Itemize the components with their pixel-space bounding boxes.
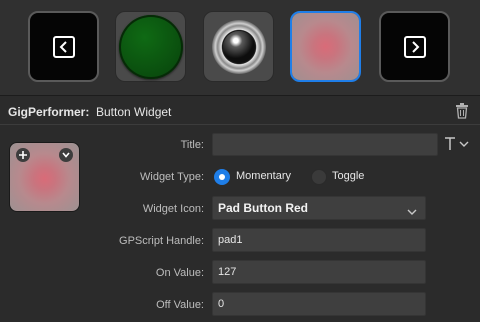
- plus-icon[interactable]: [16, 148, 30, 162]
- gpscript-handle-label: GPScript Handle:: [119, 235, 204, 247]
- scroll-left-button[interactable]: [28, 11, 99, 82]
- off-value-label: Off Value:: [156, 299, 204, 311]
- widget-icon-label: Widget Icon:: [142, 203, 204, 215]
- momentary-label: Momentary: [236, 170, 292, 182]
- knob-icon: [211, 19, 266, 74]
- widget-tile-led[interactable]: [115, 11, 186, 82]
- chevron-left-icon: [52, 35, 75, 58]
- radio-toggle[interactable]: [311, 169, 327, 185]
- green-led-icon: [118, 14, 183, 79]
- off-value-input[interactable]: 0: [212, 292, 426, 316]
- chevron-down-icon: [407, 205, 417, 219]
- widget-kind: Button Widget: [96, 105, 172, 119]
- on-value-input[interactable]: 127: [212, 260, 426, 284]
- pad-red-icon: [292, 13, 359, 80]
- radio-momentary[interactable]: [214, 169, 230, 185]
- title-label: Title:: [180, 139, 204, 151]
- scroll-right-button[interactable]: [379, 11, 450, 82]
- widget-header: GigPerformer: Button Widget: [0, 99, 480, 125]
- app-name: GigPerformer:: [8, 105, 90, 119]
- on-value-label: On Value:: [155, 267, 204, 279]
- widget-icon-dropdown[interactable]: Pad Button Red: [212, 196, 426, 220]
- widget-tile-pad-selected[interactable]: [290, 11, 361, 82]
- text-format-icon[interactable]: [444, 136, 472, 152]
- chevron-right-icon: [403, 35, 426, 58]
- toggle-label: Toggle: [332, 170, 365, 182]
- widget-type-label: Widget Type:: [140, 171, 204, 183]
- widget-strip: [0, 0, 480, 96]
- widget-preview: [9, 142, 80, 212]
- gpscript-handle-input[interactable]: pad1: [212, 228, 426, 252]
- trash-icon[interactable]: [455, 103, 469, 119]
- widget-icon-value: Pad Button Red: [218, 201, 308, 215]
- chevron-down-icon[interactable]: [59, 148, 73, 162]
- widget-tile-knob[interactable]: [203, 11, 274, 82]
- title-input[interactable]: [212, 133, 438, 156]
